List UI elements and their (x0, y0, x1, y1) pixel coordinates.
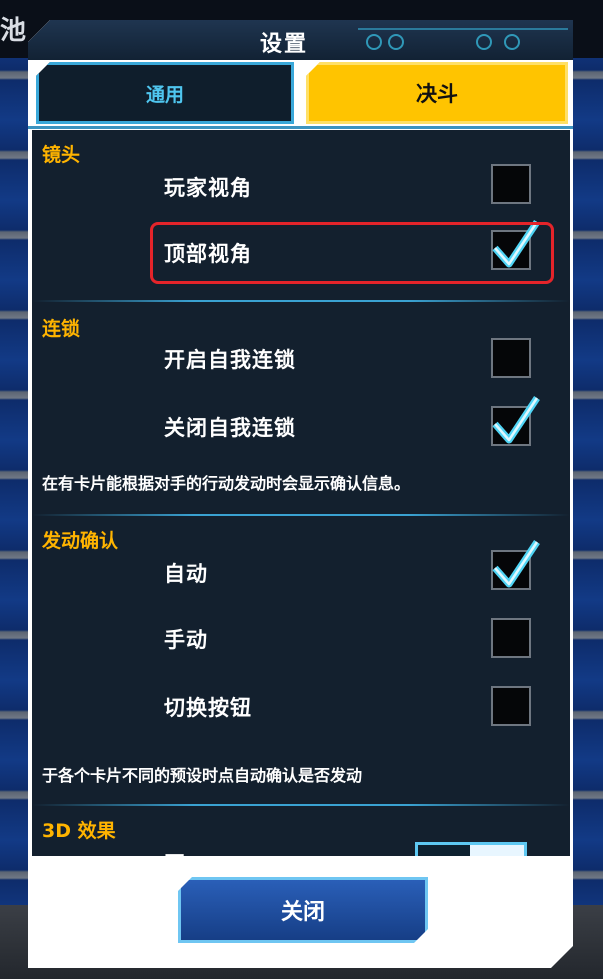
option-label-auto: 自动 (164, 562, 208, 586)
tab-duel-label: 决斗 (416, 82, 458, 106)
dialog-header: 设置 (28, 20, 573, 60)
option-label-disable-self-chain: 关闭自我连锁 (164, 416, 296, 440)
background-top-text: 池 (0, 16, 27, 46)
option-label-player-view: 玩家视角 (164, 176, 252, 200)
section-title-chain: 连锁 (42, 318, 81, 340)
hexagon-decor-icon (388, 34, 404, 50)
close-button-label: 关闭 (280, 900, 325, 925)
hexagon-decor-icon (366, 34, 382, 50)
settings-content-panel[interactable]: 镜头 玩家视角 顶部视角 连锁 开启自我连锁 关闭自我连锁 在有卡片能根据对手的… (32, 130, 570, 856)
checkmark-icon (491, 538, 541, 592)
close-button[interactable]: 关闭 (178, 877, 428, 943)
checkbox-enable-self-chain[interactable] (491, 338, 531, 378)
activation-description: 于各个卡片不同的预设时点自动确认是否发动 (42, 766, 363, 785)
tab-general[interactable]: 通用 (36, 62, 294, 124)
section-divider (32, 804, 570, 806)
circuit-decor-icon (504, 34, 520, 50)
toggle-knob (418, 845, 470, 856)
checkbox-disable-self-chain[interactable] (491, 406, 531, 446)
section-title-camera: 镜头 (42, 144, 81, 166)
dialog-title: 设置 (260, 32, 309, 57)
header-decoration-icon (358, 28, 568, 54)
tab-divider (28, 126, 573, 129)
option-label-top-view: 顶部视角 (164, 242, 252, 266)
checkbox-auto[interactable] (491, 550, 531, 590)
section-title-3d-effects: 3D 效果 (42, 820, 116, 842)
tab-duel[interactable]: 决斗 (306, 62, 568, 124)
settings-dialog: 设置 通用 决斗 镜头 玩家视角 顶部视角 连锁 开启自我连锁 关闭自我连锁 在… (28, 20, 573, 968)
section-title-activation: 发动确认 (42, 530, 119, 552)
section-divider (32, 300, 570, 302)
toggle-3d-effects[interactable] (415, 842, 527, 856)
section-divider (32, 514, 570, 516)
option-label-3d-on: 开 (164, 848, 185, 856)
tab-bar: 通用 决斗 (36, 62, 568, 126)
chain-description: 在有卡片能根据对手的行动发动时会显示确认信息。 (42, 474, 411, 493)
checkmark-icon (491, 394, 541, 448)
option-label-enable-self-chain: 开启自我连锁 (164, 348, 296, 372)
circuit-decor-icon (476, 34, 492, 50)
option-label-manual: 手动 (164, 628, 208, 652)
option-label-toggle-button: 切换按钮 (164, 696, 252, 720)
checkbox-player-view[interactable] (491, 164, 531, 204)
tab-general-label: 通用 (145, 83, 184, 106)
checkmark-icon (491, 218, 541, 272)
checkbox-manual[interactable] (491, 618, 531, 658)
checkbox-top-view[interactable] (491, 230, 531, 270)
checkbox-toggle-button[interactable] (491, 686, 531, 726)
